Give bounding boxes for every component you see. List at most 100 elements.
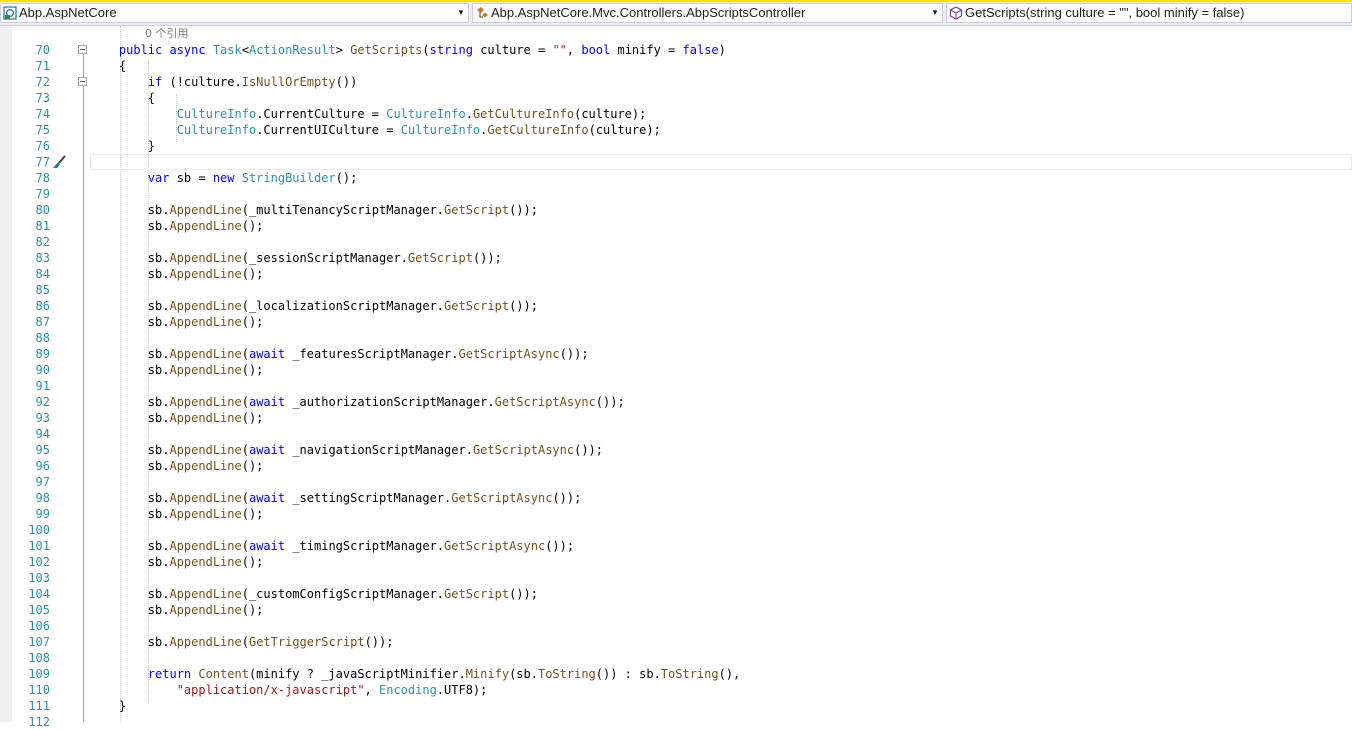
code-line[interactable]: 105 sb.AppendLine(); xyxy=(0,602,1352,618)
code-line[interactable]: 102 sb.AppendLine(); xyxy=(0,554,1352,570)
project-dropdown[interactable]: Abp.AspNetCore ▼ xyxy=(0,3,469,23)
line-number: 80 xyxy=(35,203,50,217)
line-number: 83 xyxy=(35,251,50,265)
code-line[interactable]: 98 sb.AppendLine(await _settingScriptMan… xyxy=(0,490,1352,506)
code-text: sb.AppendLine(await _featuresScriptManag… xyxy=(90,346,589,362)
code-line[interactable]: 108 xyxy=(0,650,1352,666)
type-dropdown[interactable]: Abp.AspNetCore.Mvc.Controllers.AbpScript… xyxy=(472,3,943,23)
code-token: (culture); xyxy=(574,107,647,121)
line-number: 74 xyxy=(35,107,50,121)
code-line[interactable]: 87 sb.AppendLine(); xyxy=(0,314,1352,330)
line-number: 91 xyxy=(35,379,50,393)
code-line[interactable]: 107 sb.AppendLine(GetTriggerScript()); xyxy=(0,634,1352,650)
code-line[interactable]: 75 CultureInfo.CurrentUICulture = Cultur… xyxy=(0,122,1352,138)
code-token: } xyxy=(90,699,127,713)
code-token: (); xyxy=(241,555,264,569)
code-line[interactable]: 74 CultureInfo.CurrentCulture = CultureI… xyxy=(0,106,1352,122)
collapse-icon[interactable] xyxy=(78,45,87,54)
chevron-down-icon: ▼ xyxy=(457,8,465,17)
code-text: sb.AppendLine(); xyxy=(90,266,264,282)
code-token: AppendLine xyxy=(169,219,242,233)
code-line[interactable]: 106 xyxy=(0,618,1352,634)
line-number: 77 xyxy=(35,155,50,169)
member-dropdown[interactable]: GetScripts(string culture = "", bool min… xyxy=(946,3,1352,23)
class-icon xyxy=(477,7,488,18)
code-line[interactable]: 109 return Content(minify ? _javaScriptM… xyxy=(0,666,1352,682)
codelens-references[interactable]: 0 个引用 xyxy=(145,26,189,42)
code-line[interactable]: 88 xyxy=(0,330,1352,346)
code-text: public async Task<ActionResult> GetScrip… xyxy=(90,42,726,58)
code-line[interactable]: 79 xyxy=(0,186,1352,202)
code-token: AppendLine xyxy=(169,603,242,617)
code-token: sb. xyxy=(90,491,170,505)
code-token: AppendLine xyxy=(169,587,242,601)
code-token: (culture); xyxy=(588,123,661,137)
code-token: (); xyxy=(241,507,264,521)
code-line[interactable]: 85 xyxy=(0,282,1352,298)
code-text: sb.AppendLine(); xyxy=(90,362,264,378)
code-line[interactable]: 112 xyxy=(0,714,1352,730)
code-line[interactable]: 93 sb.AppendLine(); xyxy=(0,410,1352,426)
code-line[interactable]: 82 xyxy=(0,234,1352,250)
code-text: sb.AppendLine(GetTriggerScript()); xyxy=(90,634,394,650)
code-token: > xyxy=(335,43,351,57)
line-number: 86 xyxy=(35,299,50,313)
code-line[interactable]: 99 sb.AppendLine(); xyxy=(0,506,1352,522)
code-line[interactable]: 110 "application/x-javascript", Encoding… xyxy=(0,682,1352,698)
code-token: sb. xyxy=(90,299,170,313)
code-line[interactable]: 76 } xyxy=(0,138,1352,154)
code-editor[interactable]: 0 个引用 70 public async Task<ActionResult>… xyxy=(0,26,1352,729)
code-line[interactable]: 89 sb.AppendLine(await _featuresScriptMa… xyxy=(0,346,1352,362)
code-line[interactable]: 94 xyxy=(0,426,1352,442)
code-token: (_multiTenancyScriptManager. xyxy=(241,203,445,217)
code-text: sb.AppendLine(_customConfigScriptManager… xyxy=(90,586,538,602)
code-line[interactable]: 72 if (!culture.IsNullOrEmpty()) xyxy=(0,74,1352,90)
code-line[interactable]: 90 sb.AppendLine(); xyxy=(0,362,1352,378)
code-line[interactable]: 86 sb.AppendLine(_localizationScriptMana… xyxy=(0,298,1352,314)
code-token: return xyxy=(147,667,199,681)
code-line[interactable]: 78 var sb = new StringBuilder(); xyxy=(0,170,1352,186)
code-token: if xyxy=(147,75,170,89)
code-line[interactable]: 104 sb.AppendLine(_customConfigScriptMan… xyxy=(0,586,1352,602)
code-line[interactable]: 81 sb.AppendLine(); xyxy=(0,218,1352,234)
title-accent-strip xyxy=(0,0,1352,2)
code-token: _timingScriptManager. xyxy=(292,539,445,553)
code-line[interactable]: 96 sb.AppendLine(); xyxy=(0,458,1352,474)
code-line[interactable]: 71 { xyxy=(0,58,1352,74)
collapse-icon[interactable] xyxy=(78,77,87,86)
code-line[interactable]: 103 xyxy=(0,570,1352,586)
code-line[interactable]: 111 } xyxy=(0,698,1352,714)
line-number: 79 xyxy=(35,187,50,201)
code-text: sb.AppendLine(); xyxy=(90,602,264,618)
code-line[interactable]: 80 sb.AppendLine(_multiTenancyScriptMana… xyxy=(0,202,1352,218)
code-token: AppendLine xyxy=(169,459,242,473)
code-line[interactable]: 77 xyxy=(0,154,1352,170)
code-line[interactable]: 84 sb.AppendLine(); xyxy=(0,266,1352,282)
code-text: { xyxy=(90,90,155,106)
code-line[interactable]: 100 xyxy=(0,522,1352,538)
code-token: await xyxy=(248,395,293,409)
code-line[interactable]: 83 sb.AppendLine(_sessionScriptManager.G… xyxy=(0,250,1352,266)
code-line[interactable]: 95 sb.AppendLine(await _navigationScript… xyxy=(0,442,1352,458)
code-token: Encoding xyxy=(379,683,437,697)
code-line[interactable]: 73 { xyxy=(0,90,1352,106)
quick-action-brush-icon[interactable] xyxy=(52,155,66,169)
code-token: ActionResult xyxy=(248,43,336,57)
code-token: sb. xyxy=(90,363,170,377)
code-text: sb.AppendLine(); xyxy=(90,218,264,234)
code-line[interactable]: 92 sb.AppendLine(await _authorizationScr… xyxy=(0,394,1352,410)
code-line[interactable]: 91 xyxy=(0,378,1352,394)
code-token: "application/x-javascript" xyxy=(176,683,365,697)
code-line[interactable]: 70 public async Task<ActionResult> GetSc… xyxy=(0,42,1352,58)
code-line[interactable]: 101 sb.AppendLine(await _timingScriptMan… xyxy=(0,538,1352,554)
code-token: bool xyxy=(581,43,618,57)
code-line[interactable]: 97 xyxy=(0,474,1352,490)
code-text: sb.AppendLine(await _navigationScriptMan… xyxy=(90,442,603,458)
line-number: 87 xyxy=(35,315,50,329)
code-token: AppendLine xyxy=(169,363,242,377)
code-token: (), xyxy=(718,667,741,681)
code-token: AppendLine xyxy=(169,315,242,329)
code-token: , xyxy=(566,43,582,57)
